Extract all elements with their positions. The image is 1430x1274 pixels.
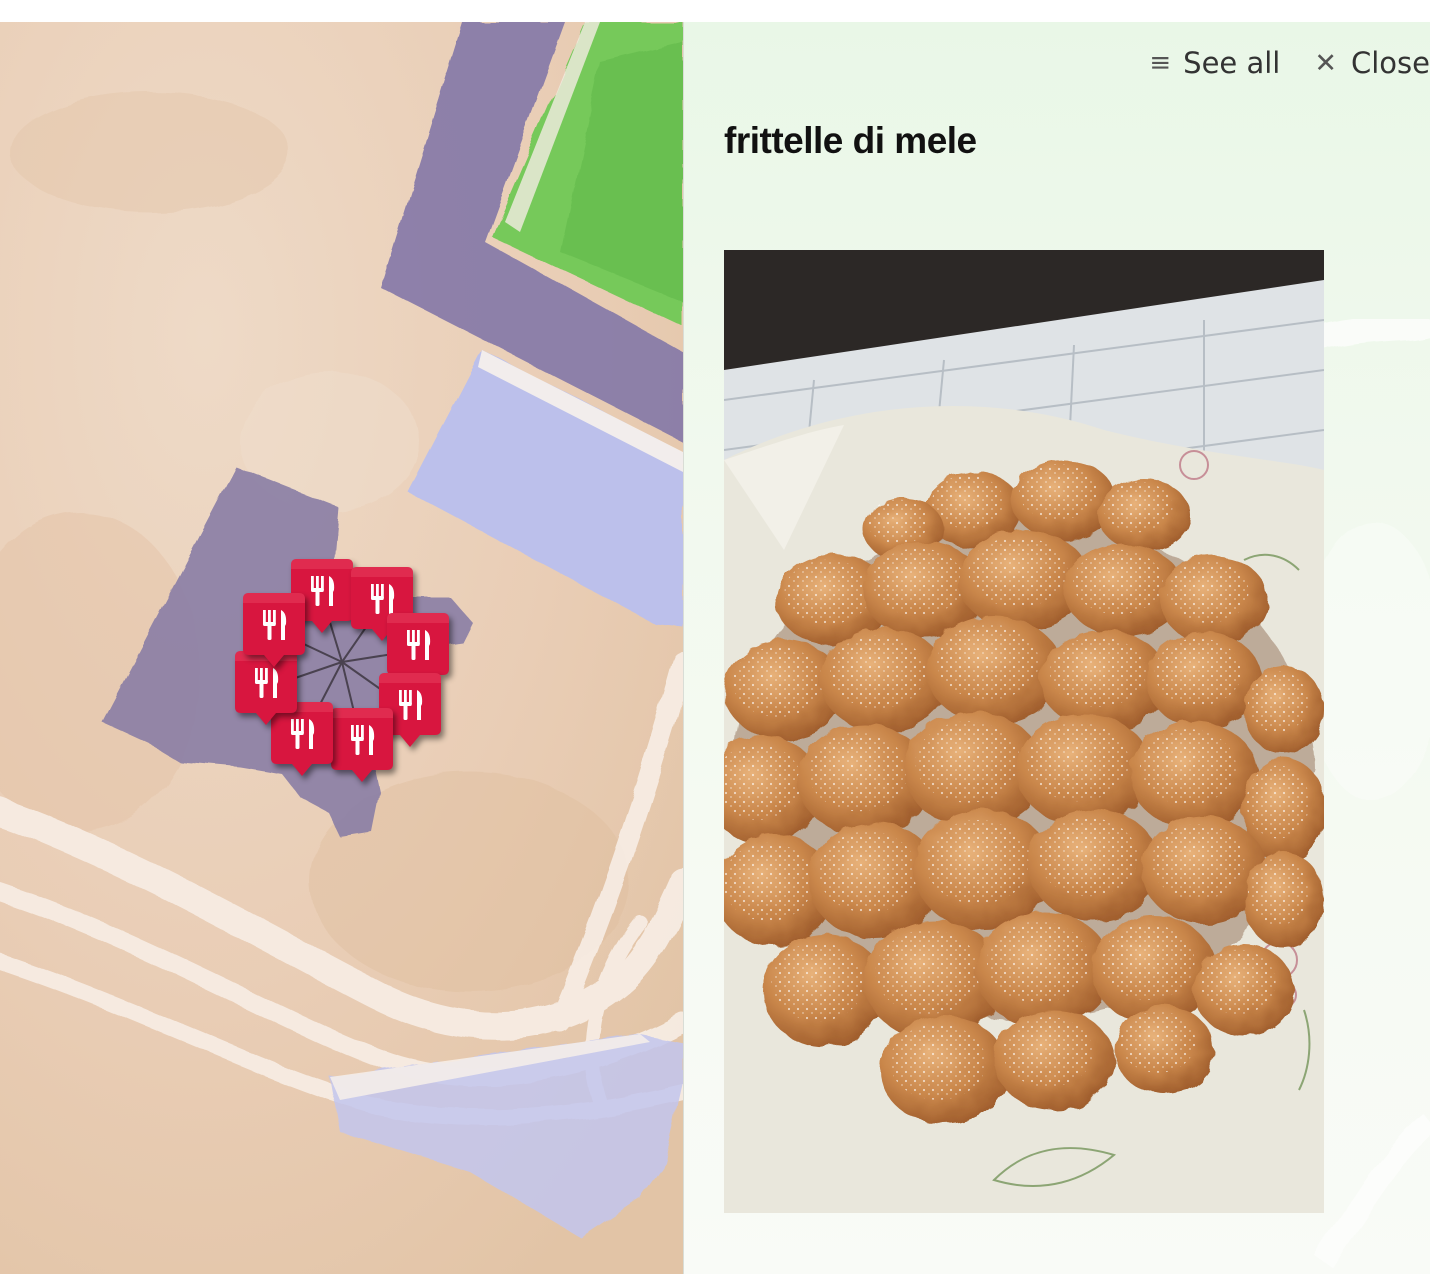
- powdered-sugar: [1050, 637, 1146, 707]
- powdered-sugar: [871, 548, 965, 616]
- see-all-label: See all: [1183, 46, 1281, 80]
- place-title: frittelle di mele: [724, 120, 977, 161]
- powdered-sugar: [868, 499, 928, 545]
- detail-panel: ≡ See all ✕ Close frittelle di mele: [684, 22, 1430, 1274]
- powdered-sugar: [968, 537, 1068, 607]
- powdered-sugar: [771, 942, 865, 1022]
- powdered-sugar: [1101, 924, 1195, 1000]
- watercolor-map-background: [0, 22, 683, 1274]
- powdered-sugar: [1248, 858, 1308, 926]
- restaurant-marker[interactable]: [243, 593, 305, 667]
- powdered-sugar: [1140, 729, 1236, 805]
- close-button[interactable]: ✕ Close: [1314, 46, 1430, 80]
- close-label: Close: [1351, 46, 1430, 80]
- see-all-button[interactable]: ≡ See all: [1149, 46, 1280, 80]
- powdered-sugar: [1154, 638, 1242, 706]
- restaurant-marker[interactable]: [331, 708, 393, 782]
- powdered-sugar: [724, 842, 813, 922]
- powdered-sugar: [1120, 1011, 1196, 1073]
- powdered-sugar: [932, 475, 1004, 529]
- powdered-sugar: [1167, 561, 1249, 623]
- powdered-sugar: [937, 624, 1039, 700]
- powdered-sugar: [890, 1024, 986, 1100]
- powdered-sugar: [1027, 722, 1129, 802]
- powdered-sugar: [830, 635, 926, 709]
- powdered-sugar: [1200, 949, 1276, 1015]
- powdered-sugar: [1019, 464, 1097, 520]
- powdered-sugar: [733, 647, 823, 717]
- powdered-sugar: [784, 559, 872, 625]
- map-view[interactable]: [0, 22, 683, 1274]
- fork-knife-icon: [243, 593, 305, 667]
- panel-top-nav: ≡ See all ✕ Close: [1149, 46, 1430, 80]
- powdered-sugar: [1246, 765, 1310, 839]
- powdered-sugar: [1248, 671, 1308, 733]
- fritters-image: [724, 250, 1324, 1213]
- powdered-sugar: [925, 820, 1031, 904]
- powdered-sugar: [808, 732, 908, 812]
- list-icon: ≡: [1149, 48, 1172, 78]
- powdered-sugar: [818, 831, 918, 913]
- powdered-sugar: [1003, 1017, 1093, 1087]
- close-icon: ✕: [1314, 47, 1337, 79]
- fork-knife-icon: [331, 708, 393, 782]
- powdered-sugar: [1151, 824, 1245, 900]
- powdered-sugar: [987, 921, 1089, 1003]
- powdered-sugar: [875, 930, 981, 1014]
- powdered-sugar: [1073, 549, 1163, 615]
- powdered-sugar: [1038, 817, 1138, 897]
- powdered-sugar: [915, 721, 1021, 803]
- apple-fritters-photo[interactable]: [724, 250, 1324, 1213]
- powdered-sugar: [1103, 481, 1173, 533]
